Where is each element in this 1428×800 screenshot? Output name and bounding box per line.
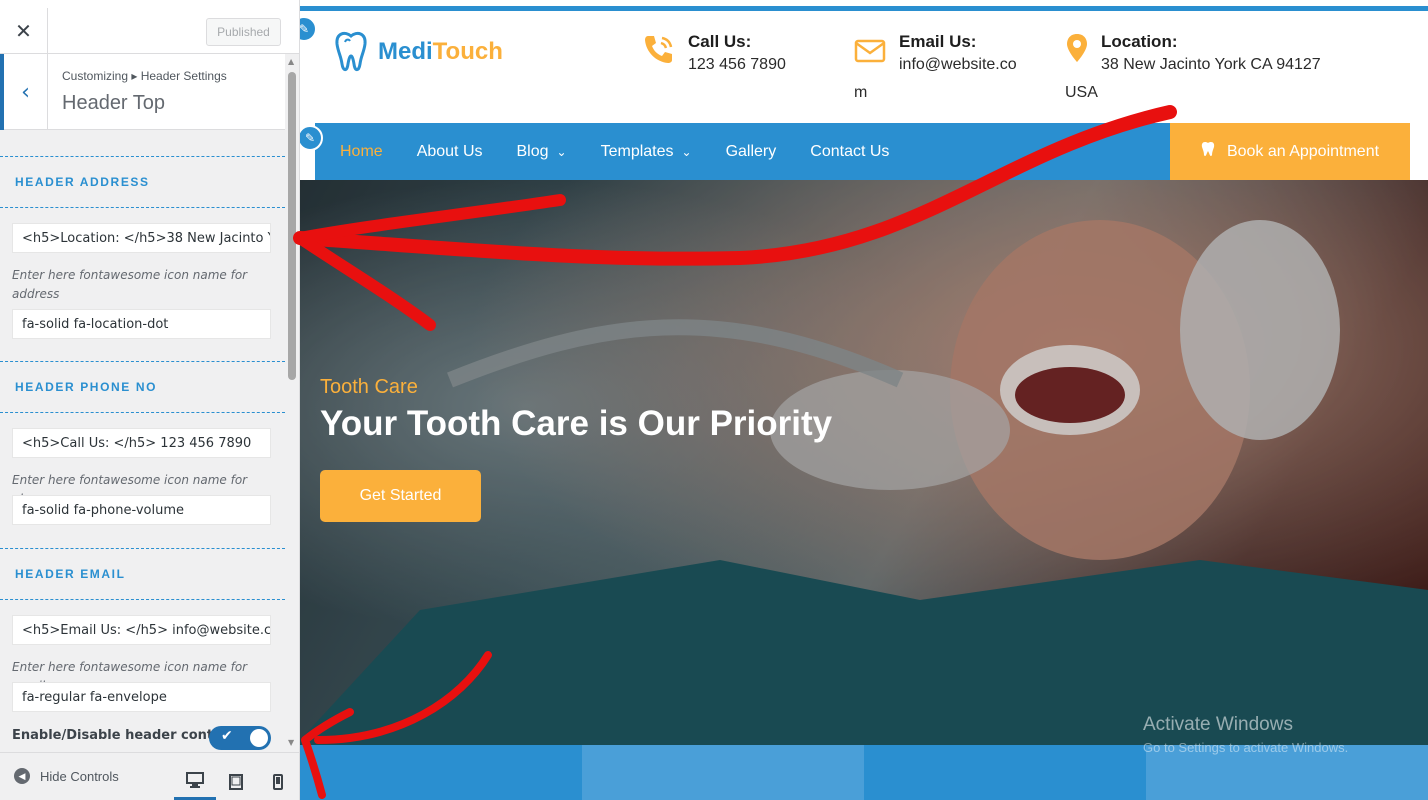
customizer-header: ✕ Published bbox=[0, 0, 299, 54]
scroll-down-arrow-icon[interactable]: ▼ bbox=[288, 738, 294, 747]
site-logo[interactable]: MediTouch bbox=[334, 30, 503, 74]
email-text-input[interactable]: <h5>Email Us: </h5> info@website.com bbox=[12, 615, 271, 645]
desktop-icon bbox=[186, 772, 204, 788]
chevron-down-icon: ⌄ bbox=[556, 144, 567, 159]
hero-dentist-photo bbox=[300, 180, 1428, 745]
tooth-logo-icon bbox=[335, 31, 367, 72]
publish-button[interactable]: Published bbox=[206, 18, 281, 46]
logo-text-touch: Touch bbox=[432, 38, 503, 65]
edit-shortcut-header[interactable]: ✎ bbox=[300, 16, 317, 42]
nav-about-us[interactable]: About Us bbox=[417, 143, 483, 161]
hero-section: Tooth Care Your Tooth Care is Our Priori… bbox=[300, 180, 1428, 745]
scroll-up-arrow-icon[interactable]: ▲ bbox=[288, 57, 294, 66]
tooth-icon bbox=[1201, 141, 1215, 162]
email-icon-input[interactable]: fa-regular fa-envelope bbox=[12, 682, 271, 712]
chevron-down-icon: ⌄ bbox=[681, 144, 692, 159]
location-value-wrap: USA bbox=[1065, 84, 1098, 101]
header-email-heading: HEADER EMAIL bbox=[0, 548, 285, 600]
checkmark-icon: ✔ bbox=[221, 728, 233, 744]
location-label: Location: bbox=[1101, 32, 1178, 51]
mobile-preview-button[interactable] bbox=[257, 763, 299, 800]
feature-box-3 bbox=[864, 745, 1146, 800]
email-value[interactable]: info@website.co bbox=[899, 52, 1017, 77]
book-appointment-button[interactable]: Book an Appointment bbox=[1170, 123, 1410, 180]
phone-volume-icon bbox=[642, 32, 676, 77]
header-contact-toggle[interactable]: ✔ bbox=[209, 726, 271, 750]
site-title: MediTouch bbox=[378, 38, 503, 66]
nav-templates-label: Templates bbox=[600, 142, 674, 160]
tablet-preview-button[interactable] bbox=[215, 763, 257, 800]
feature-box-1 bbox=[300, 745, 582, 800]
back-button[interactable]: ‹ bbox=[0, 54, 48, 130]
chevron-left-icon: ‹ bbox=[21, 79, 30, 105]
contact-phone: Call Us: 123 456 7890 bbox=[642, 32, 786, 77]
desktop-preview-button[interactable] bbox=[174, 763, 216, 800]
close-icon: ✕ bbox=[15, 19, 32, 43]
nav-contact-us[interactable]: Contact Us bbox=[810, 143, 889, 161]
email-label: Email Us: bbox=[899, 32, 977, 51]
email-value-wrap: m bbox=[854, 84, 868, 101]
hero-title: Your Tooth Care is Our Priority bbox=[320, 404, 833, 443]
pencil-icon: ✎ bbox=[300, 22, 310, 36]
address-icon-input[interactable]: fa-solid fa-location-dot bbox=[12, 309, 271, 339]
contact-location: Location: 38 New Jacinto York CA 94127 bbox=[1065, 32, 1321, 77]
mobile-icon bbox=[273, 774, 283, 790]
envelope-icon bbox=[853, 32, 887, 77]
windows-activation-watermark-sub: Go to Settings to activate Windows. bbox=[1143, 740, 1349, 755]
location-value: 38 New Jacinto York CA 94127 bbox=[1101, 56, 1321, 73]
nav-gallery[interactable]: Gallery bbox=[726, 143, 777, 161]
get-started-button[interactable]: Get Started bbox=[320, 470, 481, 522]
phone-text-input[interactable]: <h5>Call Us: </h5> 123 456 7890 bbox=[12, 428, 271, 458]
feature-box-2 bbox=[582, 745, 864, 800]
header-contact-toggle-label: Enable/Disable header contact bbox=[12, 728, 236, 743]
section-header: ‹ Customizing ▸ Header Settings Header T… bbox=[0, 54, 285, 130]
phone-icon-input[interactable]: fa-solid fa-phone-volume bbox=[12, 495, 271, 525]
toggle-knob bbox=[250, 729, 268, 747]
close-customizer-button[interactable]: ✕ bbox=[0, 8, 48, 54]
top-accent-strip bbox=[300, 6, 1428, 11]
location-pin-icon bbox=[1065, 32, 1089, 77]
pencil-icon: ✎ bbox=[304, 131, 316, 145]
scrollbar-thumb[interactable] bbox=[288, 72, 296, 380]
nav-templates[interactable]: Templates ⌄ bbox=[601, 143, 692, 161]
hide-controls-label: Hide Controls bbox=[40, 768, 119, 784]
nav-blog[interactable]: Blog ⌄ bbox=[517, 143, 567, 161]
tablet-icon bbox=[229, 774, 243, 790]
phone-label: Call Us: bbox=[688, 32, 752, 51]
windows-activation-watermark-title: Activate Windows bbox=[1143, 714, 1293, 735]
nav-home[interactable]: Home bbox=[340, 143, 383, 161]
breadcrumb: Customizing ▸ Header Settings bbox=[62, 69, 227, 83]
hero-subtitle: Tooth Care bbox=[320, 376, 418, 398]
hide-controls-button[interactable]: ◀ Hide Controls bbox=[14, 768, 119, 784]
address-icon-description: Enter here fontawesome icon name for add… bbox=[12, 268, 248, 301]
contact-email: Email Us: info@website.co bbox=[853, 32, 1017, 77]
site-preview: ✎ MediTouch Call Us: 123 456 7890 Email … bbox=[300, 0, 1428, 800]
customizer-sidebar: ✕ Published ‹ Customizing ▸ Header Setti… bbox=[0, 0, 300, 800]
book-appointment-label: Book an Appointment bbox=[1226, 142, 1380, 160]
header-phone-heading: HEADER PHONE NO bbox=[0, 361, 285, 413]
logo-text-medi: Medi bbox=[378, 38, 433, 65]
phone-value[interactable]: 123 456 7890 bbox=[688, 52, 786, 77]
nav-blog-label: Blog bbox=[516, 142, 549, 160]
customizer-footer: ◀ Hide Controls bbox=[0, 752, 299, 800]
collapse-arrow-icon: ◀ bbox=[14, 768, 30, 784]
section-title: Header Top bbox=[62, 92, 166, 114]
sidebar-scrollbar[interactable]: ▲ ▼ bbox=[285, 54, 299, 754]
address-text-input[interactable]: <h5>Location: </h5>38 New Jacinto York C… bbox=[12, 223, 271, 253]
header-address-heading: HEADER ADDRESS bbox=[0, 156, 285, 208]
